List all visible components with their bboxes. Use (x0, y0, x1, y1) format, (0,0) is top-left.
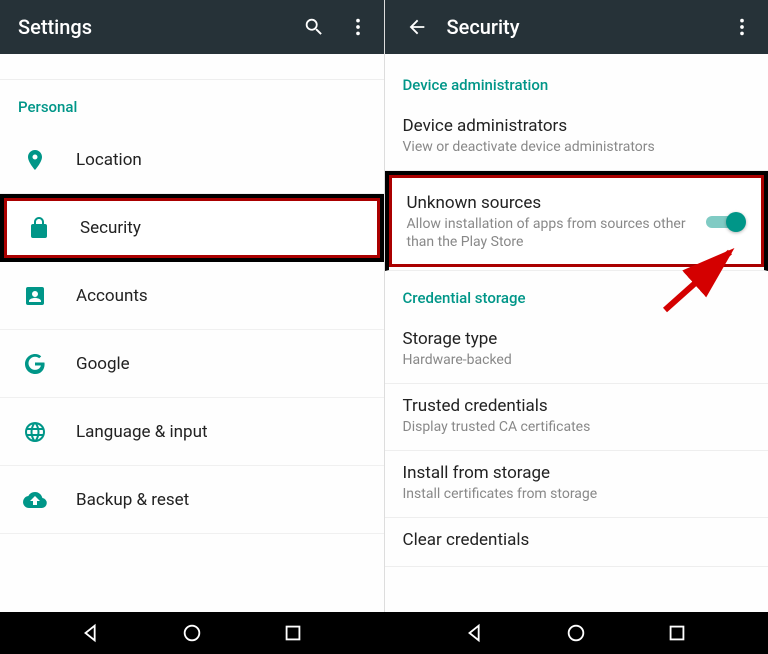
nav-home-icon[interactable] (565, 622, 587, 644)
setting-subtitle: Hardware-backed (403, 351, 751, 369)
settings-item-label: Accounts (76, 286, 148, 306)
settings-item-label: Language & input (76, 422, 208, 442)
back-icon[interactable] (403, 13, 431, 41)
lock-icon (22, 211, 56, 245)
google-icon (18, 347, 52, 381)
settings-item-label: Backup & reset (76, 490, 189, 510)
nav-home-icon[interactable] (181, 622, 203, 644)
setting-title: Unknown sources (407, 193, 697, 213)
android-navbar (0, 612, 768, 654)
setting-title: Trusted credentials (403, 396, 751, 416)
settings-item-backup[interactable]: Backup & reset (0, 466, 384, 534)
settings-item-label: Google (76, 354, 130, 374)
settings-item-security[interactable]: Security (0, 194, 384, 262)
setting-title: Clear credentials (403, 530, 751, 550)
nav-recent-icon[interactable] (666, 622, 688, 644)
overflow-menu-icon[interactable] (344, 13, 372, 41)
unknown-sources-toggle[interactable] (706, 211, 746, 233)
globe-icon (18, 415, 52, 449)
setting-subtitle: View or deactivate device administrators (403, 138, 751, 156)
location-icon (18, 143, 52, 177)
setting-device-administrators[interactable]: Device administrators View or deactivate… (385, 104, 768, 171)
settings-item-language[interactable]: Language & input (0, 398, 384, 466)
left-appbar: Settings (0, 0, 384, 54)
security-pane: Security Device administration Device ad… (385, 0, 768, 612)
setting-install-from-storage[interactable]: Install from storage Install certificate… (385, 451, 768, 518)
setting-subtitle: Install certificates from storage (403, 485, 751, 503)
setting-trusted-credentials[interactable]: Trusted credentials Display trusted CA c… (385, 384, 768, 451)
right-content: Device administration Device administrat… (385, 54, 768, 612)
search-icon[interactable] (300, 13, 328, 41)
settings-item-google[interactable]: Google (0, 330, 384, 398)
setting-subtitle: Allow installation of apps from sources … (407, 215, 697, 251)
left-content: Personal Location Security Accounts (0, 54, 384, 612)
page-title: Settings (18, 15, 284, 39)
account-icon (18, 279, 52, 313)
nav-back-icon[interactable] (80, 622, 102, 644)
right-appbar: Security (385, 0, 768, 54)
nav-recent-icon[interactable] (282, 622, 304, 644)
section-device-admin: Device administration (385, 54, 768, 104)
page-title: Security (447, 15, 713, 39)
settings-item-label: Security (80, 218, 141, 238)
setting-title: Storage type (403, 329, 751, 349)
cloud-upload-icon (18, 483, 52, 517)
settings-item-accounts[interactable]: Accounts (0, 262, 384, 330)
overflow-menu-icon[interactable] (728, 13, 756, 41)
setting-clear-credentials[interactable]: Clear credentials (385, 518, 768, 567)
top-spacer (0, 54, 384, 80)
nav-back-icon[interactable] (464, 622, 486, 644)
settings-item-location[interactable]: Location (0, 126, 384, 194)
setting-subtitle: Display trusted CA certificates (403, 418, 751, 436)
settings-pane: Settings Personal Location Securit (0, 0, 385, 612)
setting-title: Device administrators (403, 116, 751, 136)
section-credential-storage: Credential storage (385, 271, 768, 317)
section-personal: Personal (0, 80, 384, 126)
setting-storage-type[interactable]: Storage type Hardware-backed (385, 317, 768, 384)
setting-title: Install from storage (403, 463, 751, 483)
settings-item-label: Location (76, 150, 142, 170)
setting-unknown-sources[interactable]: Unknown sources Allow installation of ap… (385, 171, 768, 270)
